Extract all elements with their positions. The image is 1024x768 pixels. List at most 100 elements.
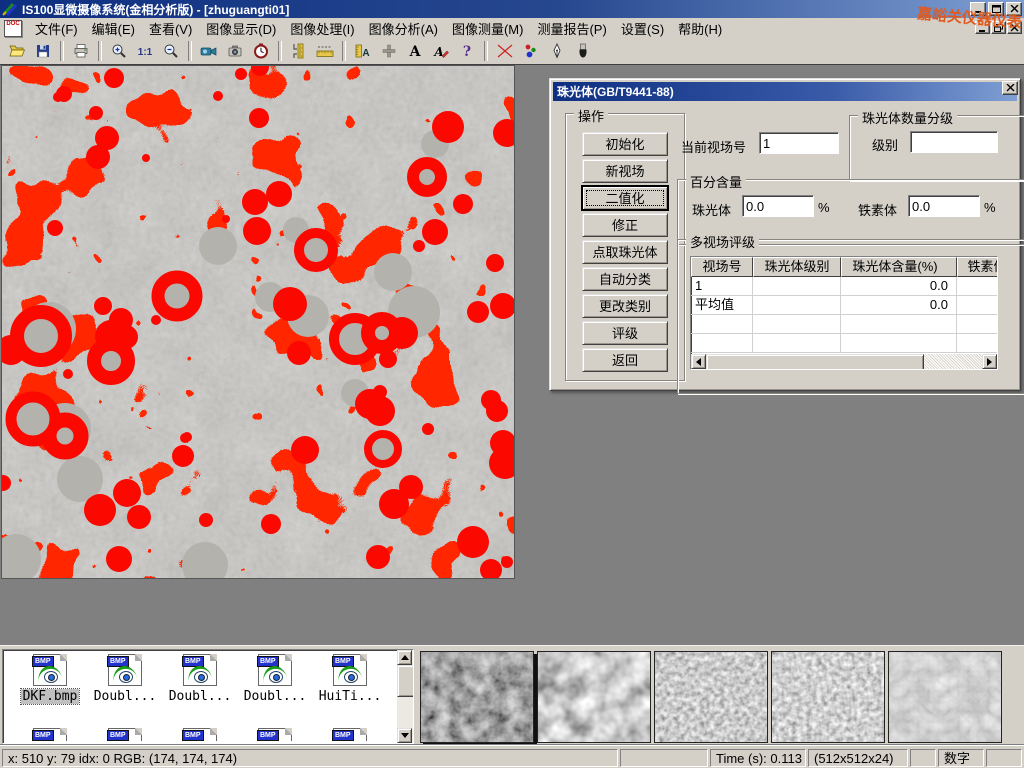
timer-clock-icon[interactable] xyxy=(249,40,273,62)
file-item[interactable]: BMP Doubl... xyxy=(238,654,312,704)
menu-image-analysis[interactable]: 图像分析(A) xyxy=(362,17,445,40)
brush-icon[interactable] xyxy=(571,40,595,62)
file-label[interactable]: Doubl... xyxy=(92,689,159,704)
video-camera-icon[interactable] xyxy=(197,40,221,62)
table-horizontal-scrollbar[interactable] xyxy=(691,354,997,369)
file-item[interactable]: BMP xyxy=(88,728,162,741)
annotate-icon[interactable]: A xyxy=(429,40,453,62)
menu-report[interactable]: 测量报告(P) xyxy=(530,17,613,40)
pearlite-label: 珠光体 xyxy=(692,200,731,219)
file-item[interactable]: BMP xyxy=(13,728,87,741)
cell-field-no: 1 xyxy=(691,277,753,295)
save-icon[interactable] xyxy=(31,40,55,62)
col-header-pearlite-grade[interactable]: 珠光体级别 xyxy=(753,257,841,277)
zoom-in-icon[interactable] xyxy=(107,40,131,62)
menu-image-display[interactable]: 图像显示(D) xyxy=(199,17,283,40)
file-item[interactable]: BMP Doubl... xyxy=(163,654,237,704)
status-time: Time (s): 0.113 xyxy=(710,749,806,767)
scrollbar-thumb[interactable] xyxy=(397,665,414,697)
menu-image-measure[interactable]: 图像测量(M) xyxy=(445,17,531,40)
thumbnail-3[interactable] xyxy=(654,651,768,743)
dialog-title-bar[interactable]: 珠光体(GB/T9441-88) xyxy=(553,82,1017,101)
dialog-close-icon[interactable] xyxy=(1002,81,1018,95)
measure-text-icon[interactable]: A xyxy=(351,40,375,62)
file-item[interactable]: BMP DKF.bmp xyxy=(13,654,87,704)
pearlite-percent-input[interactable] xyxy=(742,195,814,217)
grade-group: 珠光体数量分级 级别 xyxy=(849,115,1024,181)
menu-edit[interactable]: 编辑(E) xyxy=(85,17,142,40)
open-icon[interactable] xyxy=(5,40,29,62)
classify-balls-icon[interactable] xyxy=(519,40,543,62)
help-icon[interactable]: ? xyxy=(455,40,479,62)
init-button[interactable]: 初始化 xyxy=(582,132,668,156)
rate-button[interactable]: 评级 xyxy=(582,321,668,345)
text-icon[interactable]: A xyxy=(403,40,427,62)
auto-classify-button[interactable]: 自动分类 xyxy=(582,267,668,291)
file-label[interactable]: DKF.bmp xyxy=(21,689,80,704)
file-label[interactable]: Doubl... xyxy=(167,689,234,704)
table-row[interactable]: 平均值 0.0 xyxy=(691,296,997,315)
scroll-left-icon[interactable] xyxy=(691,354,706,369)
table-row-empty xyxy=(691,334,997,353)
file-item[interactable]: BMP Doubl... xyxy=(88,654,162,704)
pick-pearlite-button[interactable]: 点取珠光体 xyxy=(582,240,668,264)
toolbar-separator xyxy=(484,41,488,61)
file-label[interactable]: HuiTi... xyxy=(317,689,384,704)
pen-icon[interactable] xyxy=(545,40,569,62)
file-item[interactable]: BMP HuiTi... xyxy=(313,654,387,704)
file-list-scrollbar[interactable] xyxy=(397,650,413,743)
svg-text:A: A xyxy=(362,48,369,59)
return-button[interactable]: 返回 xyxy=(582,348,668,372)
col-header-field[interactable]: 视场号 xyxy=(691,257,753,277)
toolbar-separator xyxy=(188,41,192,61)
binarize-button[interactable]: 二值化 xyxy=(582,186,668,210)
print-icon[interactable] xyxy=(69,40,93,62)
file-item[interactable]: BMP xyxy=(313,728,387,741)
scroll-up-icon[interactable] xyxy=(397,650,412,665)
correct-button[interactable]: 修正 xyxy=(582,213,668,237)
col-header-pearlite-content[interactable]: 珠光体含量(%) xyxy=(841,257,957,277)
grade-input[interactable] xyxy=(910,131,998,153)
scroll-down-icon[interactable] xyxy=(397,728,412,743)
thumbnail-4[interactable] xyxy=(771,651,885,743)
new-field-button[interactable]: 新视场 xyxy=(582,159,668,183)
app-icon xyxy=(2,2,18,16)
document-icon[interactable]: DOC xyxy=(4,20,22,37)
scrollbar-track[interactable] xyxy=(924,354,982,369)
curve-cut-icon[interactable] xyxy=(493,40,517,62)
status-position: x: 510 y: 79 idx: 0 RGB: (174, 174, 174) xyxy=(2,749,618,767)
change-class-button[interactable]: 更改类别 xyxy=(582,294,668,318)
table-row[interactable]: 1 0.0 xyxy=(691,277,997,296)
status-panel-empty xyxy=(620,749,708,767)
menu-image-process[interactable]: 图像处理(I) xyxy=(283,17,361,40)
actual-size-icon[interactable]: 1:1 xyxy=(133,40,157,62)
current-field-input[interactable] xyxy=(759,132,839,154)
scroll-right-icon[interactable] xyxy=(982,354,997,369)
col-header-ferrite[interactable]: 铁素体 xyxy=(957,257,998,277)
caliper-icon[interactable] xyxy=(287,40,311,62)
scrollbar-thumb[interactable] xyxy=(706,354,924,370)
ruler-icon[interactable] xyxy=(313,40,337,62)
image-view[interactable] xyxy=(2,66,514,578)
thumbnail-1[interactable] xyxy=(420,651,534,743)
menu-file[interactable]: 文件(F) xyxy=(28,17,85,40)
thumbnail-5[interactable] xyxy=(888,651,1002,743)
cell-grade xyxy=(753,277,841,295)
multi-field-group: 多视场评级 视场号 珠光体级别 珠光体含量(%) 铁素体 1 0.0 xyxy=(677,239,1024,394)
cell-content: 0.0 xyxy=(841,296,957,314)
menu-settings[interactable]: 设置(S) xyxy=(614,17,671,40)
zoom-out-icon[interactable] xyxy=(159,40,183,62)
ferrite-percent-input[interactable] xyxy=(908,195,980,217)
menu-help[interactable]: 帮助(H) xyxy=(671,17,729,40)
thumbnail-2[interactable] xyxy=(537,651,651,743)
ferrite-label: 铁素体 xyxy=(858,200,897,219)
metallograph-image xyxy=(2,66,514,578)
multi-field-table[interactable]: 视场号 珠光体级别 珠光体含量(%) 铁素体 1 0.0 平均值 xyxy=(690,256,998,370)
camera-icon[interactable] xyxy=(223,40,247,62)
svg-text:A: A xyxy=(433,45,443,59)
crosshair-grid-icon[interactable] xyxy=(377,40,401,62)
file-item[interactable]: BMP xyxy=(163,728,237,741)
file-label[interactable]: Doubl... xyxy=(242,689,309,704)
file-item[interactable]: BMP xyxy=(238,728,312,741)
menu-view[interactable]: 查看(V) xyxy=(142,17,199,40)
